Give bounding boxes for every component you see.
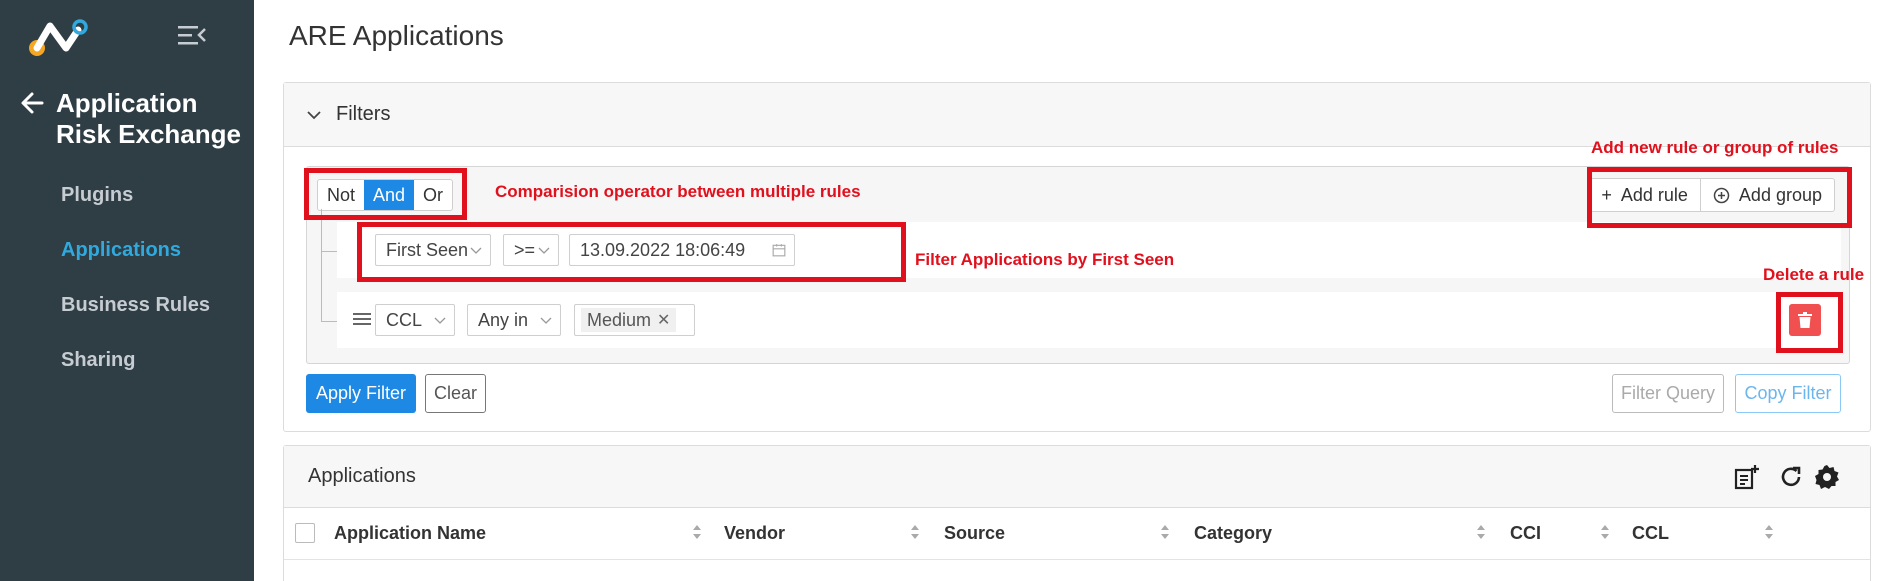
applications-panel: Applications Application Name Vendor Sou… xyxy=(283,445,1871,581)
page-title: ARE Applications xyxy=(289,20,504,51)
settings-gear-icon[interactable] xyxy=(1814,464,1840,490)
filters-title: Filters xyxy=(336,103,391,125)
annotation-operator: Comparision operator between multiple ru… xyxy=(495,182,861,201)
column-header-cci[interactable]: CCI xyxy=(1510,523,1541,544)
chevron-down-icon xyxy=(434,317,446,324)
sidebar-item-plugins[interactable]: Plugins xyxy=(0,172,254,227)
annotation-add: Add new rule or group of rules xyxy=(1591,138,1839,157)
sidebar-item-business-rules[interactable]: Business Rules xyxy=(0,282,254,337)
sidebar: Application Risk Exchange Plugins Applic… xyxy=(0,0,254,581)
clear-button[interactable]: Clear xyxy=(425,374,486,413)
annotation-box-add xyxy=(1587,167,1852,228)
filter-query-button[interactable]: Filter Query xyxy=(1612,374,1724,413)
module-title: Application Risk Exchange xyxy=(56,88,241,149)
copy-filter-button[interactable]: Copy Filter xyxy=(1735,374,1841,413)
rule-operator-value: Any in xyxy=(478,310,529,330)
tree-connector xyxy=(321,209,322,322)
column-header-ccl[interactable]: CCL xyxy=(1632,523,1669,544)
column-header-source[interactable]: Source xyxy=(944,523,1005,544)
annotation-box-first-seen xyxy=(357,222,906,282)
sort-icon[interactable] xyxy=(1764,522,1774,542)
chevron-down-icon xyxy=(540,317,552,324)
rule-ccl: CCL Any in Medium ✕ xyxy=(337,292,1841,348)
sort-icon[interactable] xyxy=(1160,522,1170,542)
add-list-icon[interactable] xyxy=(1734,464,1760,490)
sort-icon[interactable] xyxy=(1476,522,1486,542)
applications-header: Applications xyxy=(284,446,1870,508)
tree-connector xyxy=(321,251,337,252)
annotation-box-delete xyxy=(1776,292,1843,353)
apply-filter-button[interactable]: Apply Filter xyxy=(306,374,416,413)
tag-select-input[interactable]: Medium ✕ xyxy=(574,304,695,336)
sidebar-item-applications[interactable]: Applications xyxy=(0,227,254,282)
select-all-checkbox[interactable] xyxy=(295,523,315,543)
annotation-delete: Delete a rule xyxy=(1763,265,1865,284)
applications-title: Applications xyxy=(308,465,416,487)
column-header-application-name[interactable]: Application Name xyxy=(334,523,486,544)
sidebar-item-sharing[interactable]: Sharing xyxy=(0,337,254,392)
rule-field-value: CCL xyxy=(386,310,423,330)
remove-tag-icon[interactable]: ✕ xyxy=(657,310,670,330)
chevron-down-icon xyxy=(307,110,321,119)
tree-connector xyxy=(321,321,337,322)
sort-icon[interactable] xyxy=(910,522,920,542)
module-header: Application Risk Exchange xyxy=(20,88,250,150)
sort-icon[interactable] xyxy=(1600,522,1610,542)
rule-operator-select[interactable]: Any in xyxy=(467,304,561,336)
back-arrow-icon[interactable] xyxy=(20,90,46,116)
annotation-first-seen: Filter Applications by First Seen xyxy=(915,250,1175,269)
annotation-box-operator xyxy=(304,168,467,220)
sidebar-nav: Plugins Applications Business Rules Shar… xyxy=(0,172,254,392)
rule-field-select[interactable]: CCL xyxy=(375,304,455,336)
collapse-menu-icon[interactable] xyxy=(178,24,206,46)
column-header-vendor[interactable]: Vendor xyxy=(724,523,785,544)
tag-chip: Medium ✕ xyxy=(581,308,677,332)
refresh-icon[interactable] xyxy=(1778,464,1804,490)
tag-label: Medium xyxy=(587,309,652,330)
table-header-row: Application Name Vendor Source Category … xyxy=(284,508,1870,560)
sort-icon[interactable] xyxy=(692,522,702,542)
drag-handle-icon[interactable] xyxy=(353,312,371,326)
netskope-logo xyxy=(29,19,88,56)
column-header-category[interactable]: Category xyxy=(1194,523,1272,544)
